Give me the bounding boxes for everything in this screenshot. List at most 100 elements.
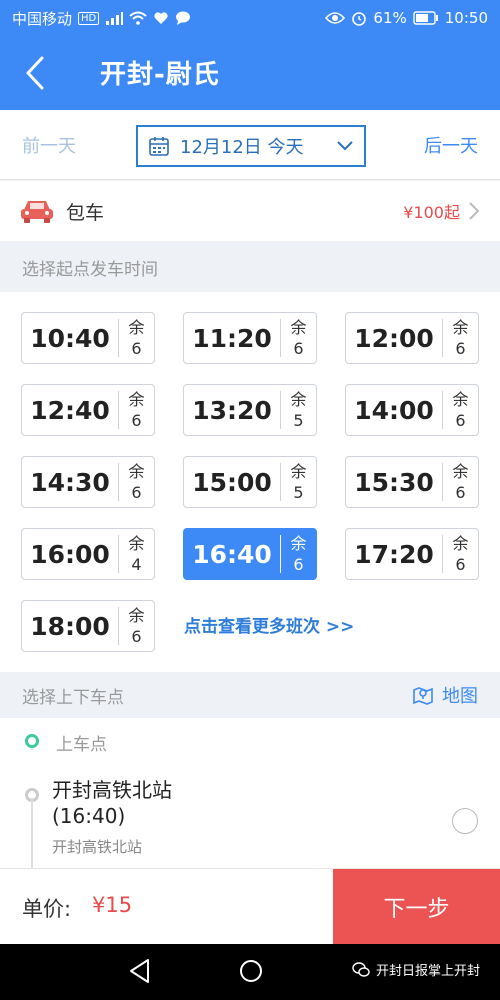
- seats-remaining-count: 6: [455, 483, 466, 502]
- nav-bar: 开封-尉氏: [0, 36, 500, 110]
- home-circle-icon[interactable]: [238, 958, 264, 984]
- seats-remaining-label: 余: [290, 318, 307, 337]
- seats-remaining-label: 余: [128, 534, 145, 553]
- calendar-icon: [149, 137, 169, 156]
- time-slot-time: 13:20: [192, 395, 272, 425]
- time-slot-time: 14:00: [354, 395, 434, 425]
- battery-percent: 61%: [373, 9, 407, 27]
- more-departures-link[interactable]: 点击查看更多班次 >>: [184, 612, 354, 637]
- alarm-icon: [352, 12, 367, 26]
- departure-section-title: 选择起点发车时间: [22, 259, 158, 280]
- next-day-button[interactable]: 后一天: [424, 132, 478, 158]
- time-slot-time: 10:40: [30, 323, 110, 353]
- seats-remaining: 余6: [281, 313, 316, 363]
- time-slot-button[interactable]: 18:00 余 6: [21, 600, 155, 652]
- seats-remaining-count: 6: [455, 411, 466, 430]
- seats-remaining-count: 5: [293, 483, 304, 502]
- seats-remaining-label: 余: [290, 534, 307, 553]
- wechat-icon: [352, 961, 370, 977]
- seats-remaining-label: 余: [128, 606, 145, 625]
- seats-remaining-label: 余: [452, 318, 469, 337]
- back-button[interactable]: [18, 52, 52, 94]
- charter-price: ¥100起: [403, 203, 460, 222]
- date-bar: 前一天 12月12日 今天 后一天: [0, 110, 500, 180]
- time-slot-time: 11:20: [192, 323, 272, 353]
- system-nav-bar: 开封日报掌上开封: [0, 944, 500, 1000]
- carrier-name: 中国移动: [12, 9, 73, 28]
- stops-section-title: 选择上下车点: [22, 687, 124, 708]
- time-slot-button[interactable]: 17:20 余 6: [345, 528, 479, 580]
- signal-icon: [106, 12, 124, 25]
- time-slot-time: 18:00: [30, 611, 110, 641]
- seats-remaining-count: 5: [293, 411, 304, 430]
- bottom-bar: 单价: ¥15 下一步: [0, 868, 500, 945]
- seats-remaining-count: 6: [131, 339, 142, 358]
- route-line: [31, 798, 33, 868]
- hd-icon: HD: [78, 11, 100, 25]
- seats-remaining: 余6: [443, 313, 478, 363]
- time-slot-button[interactable]: 12:40 余 6: [21, 384, 155, 436]
- seats-remaining: 余5: [281, 457, 316, 507]
- seats-remaining-label: 余: [290, 462, 307, 481]
- map-icon: [413, 687, 433, 705]
- chevron-down-icon: [337, 141, 353, 151]
- map-button[interactable]: 地图: [412, 682, 478, 708]
- seats-remaining-count: 6: [455, 339, 466, 358]
- seats-remaining-count: 6: [293, 555, 304, 574]
- time-slot-button[interactable]: 12:00 余 6: [345, 312, 479, 364]
- page-title: 开封-尉氏: [100, 60, 220, 90]
- status-bar: 中国移动 HD 61% 10:50: [0, 0, 500, 36]
- seats-remaining-count: 6: [131, 483, 142, 502]
- time-slot-time: 12:00: [354, 323, 434, 353]
- heart-icon: [154, 12, 168, 24]
- seats-remaining: 余4: [119, 529, 154, 579]
- seats-remaining: 余6: [119, 601, 154, 651]
- stop-time: (16:40): [52, 804, 126, 828]
- seats-remaining: 余5: [281, 385, 316, 435]
- time-slot-button[interactable]: 13:20 余 5: [183, 384, 317, 436]
- seats-remaining-count: 6: [131, 627, 142, 646]
- date-picker[interactable]: 12月12日 今天: [136, 125, 366, 167]
- time-slot-button[interactable]: 14:00 余 6: [345, 384, 479, 436]
- seats-remaining-count: 4: [131, 555, 142, 574]
- seats-remaining: 余6: [119, 313, 154, 363]
- time-slot-button[interactable]: 14:30 余 6: [21, 456, 155, 508]
- time-slot-button[interactable]: 10:40 余 6: [21, 312, 155, 364]
- charter-label: 包车: [66, 201, 105, 224]
- prev-day-button[interactable]: 前一天: [22, 132, 76, 158]
- car-icon: [21, 201, 53, 223]
- time-slot-time: 15:00: [192, 467, 272, 497]
- seats-remaining-label: 余: [452, 462, 469, 481]
- back-triangle-icon[interactable]: [128, 958, 152, 984]
- time-slot-button[interactable]: 16:40 余 6: [183, 528, 317, 580]
- seats-remaining-count: 6: [293, 339, 304, 358]
- time-slot-time: 12:40: [30, 395, 110, 425]
- eye-icon: [325, 12, 346, 24]
- time-slot-button[interactable]: 15:00 余 5: [183, 456, 317, 508]
- back-arrow-icon: [26, 56, 44, 90]
- seats-remaining-count: 6: [455, 555, 466, 574]
- seats-remaining: 余6: [443, 457, 478, 507]
- seats-remaining-label: 余: [128, 390, 145, 409]
- seats-remaining: 余6: [119, 385, 154, 435]
- charter-row[interactable]: 包车 ¥100起: [0, 181, 500, 241]
- time-slot-button[interactable]: 11:20 余 6: [183, 312, 317, 364]
- time-slot-time: 15:30: [354, 467, 434, 497]
- time-slot-button[interactable]: 15:30 余 6: [345, 456, 479, 508]
- unit-price-value: ¥15: [92, 893, 133, 917]
- watermark: 开封日报掌上开封: [352, 960, 480, 979]
- stop-name[interactable]: 开封高铁北站: [52, 774, 172, 803]
- seats-remaining: 余6: [443, 385, 478, 435]
- time-slot-button[interactable]: 16:00 余 4: [21, 528, 155, 580]
- seats-remaining-label: 余: [128, 318, 145, 337]
- next-step-button[interactable]: 下一步: [333, 869, 500, 945]
- stops-list: 上车点 开封高铁北站 (16:40) 开封高铁北站: [0, 718, 500, 868]
- stop-address: 开封高铁北站: [52, 838, 143, 856]
- watermark-text: 开封日报掌上开封: [376, 964, 481, 979]
- stop-radio-button[interactable]: [452, 808, 478, 834]
- seats-remaining-label: 余: [452, 534, 469, 553]
- stops-section-header: 选择上下车点 地图: [0, 672, 500, 718]
- wifi-icon: [129, 11, 147, 25]
- boarding-dot-icon: [25, 734, 39, 748]
- time-slot-time: 16:40: [192, 539, 272, 569]
